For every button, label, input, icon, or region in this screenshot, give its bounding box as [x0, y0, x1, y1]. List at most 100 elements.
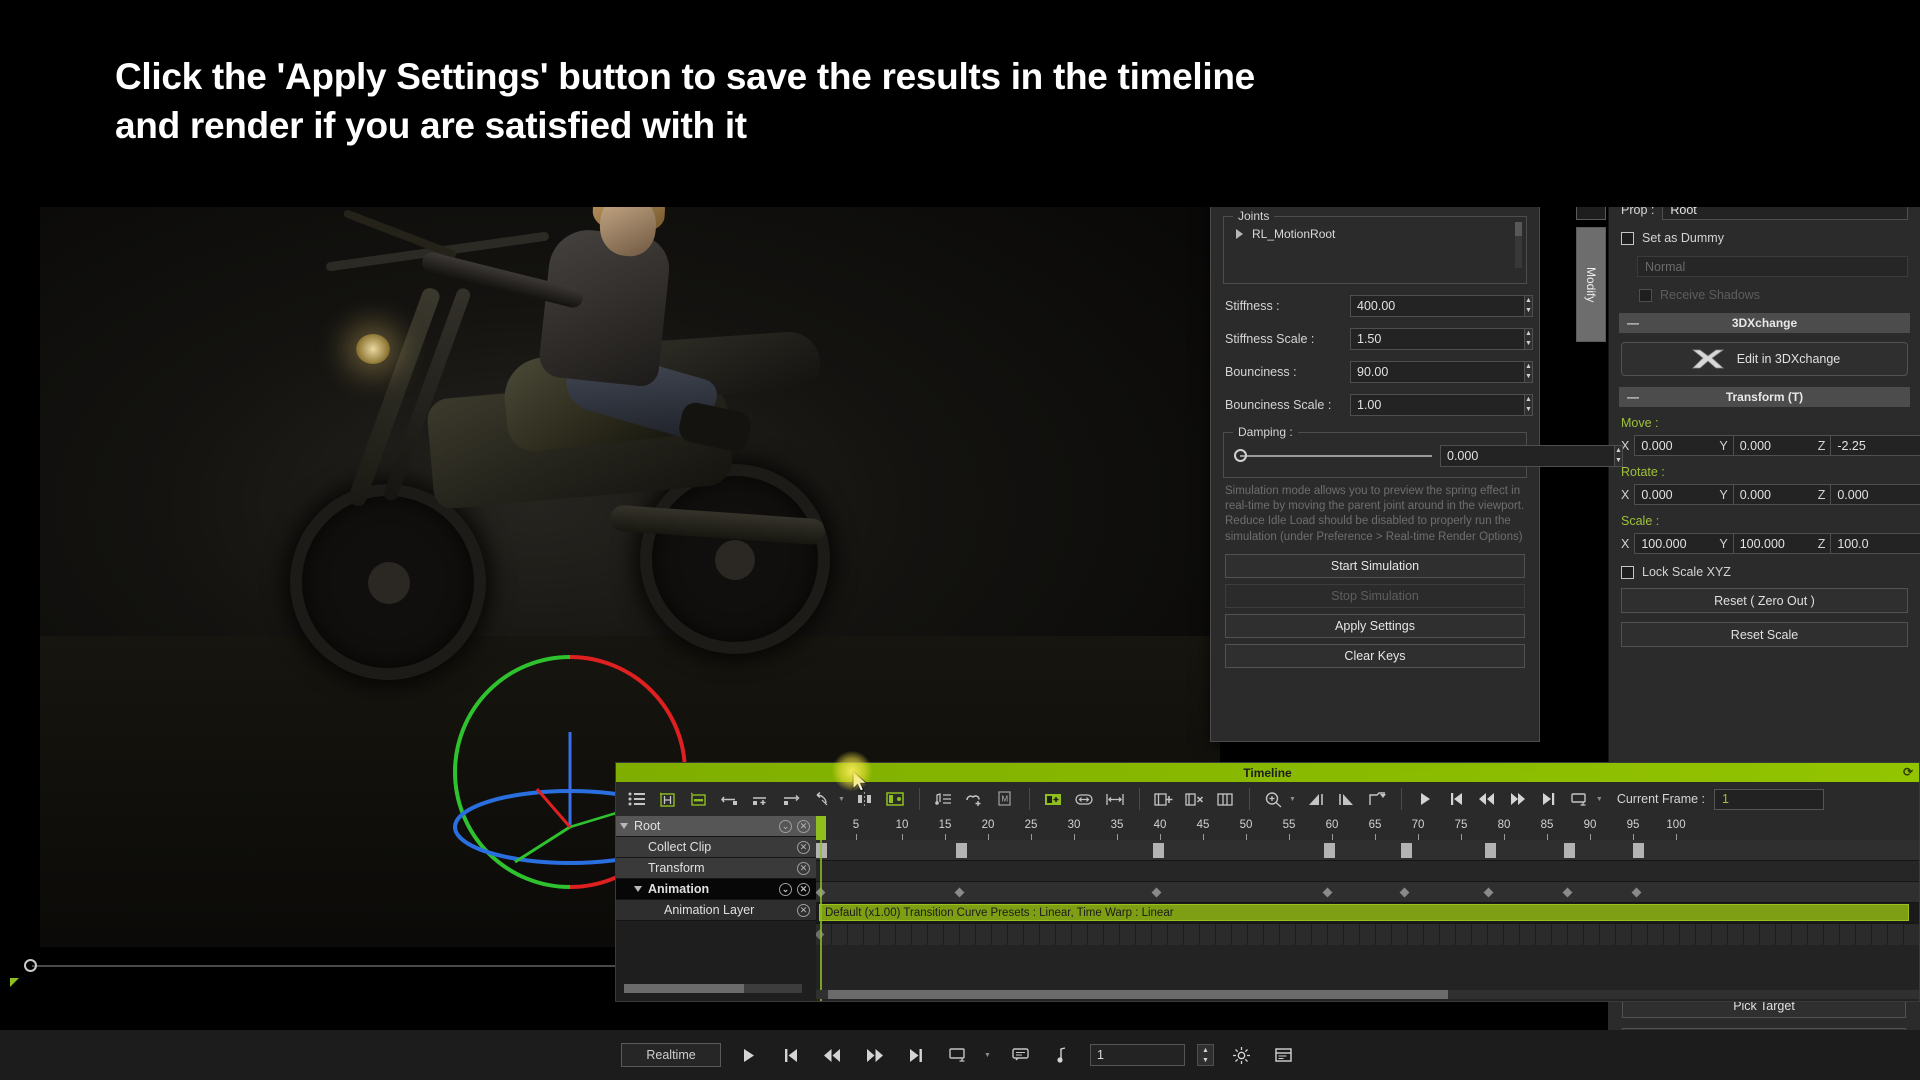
- spin-down-icon[interactable]: ▼: [1525, 405, 1532, 415]
- collapse-triangle-icon[interactable]: [620, 823, 628, 829]
- set-as-dummy-row[interactable]: Set as Dummy: [1609, 231, 1920, 245]
- audio-note-icon[interactable]: [1048, 1042, 1078, 1068]
- collapse-triangle-icon[interactable]: [634, 886, 642, 892]
- joint-list-item[interactable]: RL_MotionRoot: [1232, 227, 1518, 241]
- track-close-icon[interactable]: ✕: [797, 861, 810, 875]
- joints-scrollbar[interactable]: [1515, 221, 1522, 268]
- track-row-transform[interactable]: Transform ✕: [616, 858, 816, 879]
- lock-scale-checkbox[interactable]: [1621, 565, 1634, 579]
- bounciness-scale-input[interactable]: [1350, 393, 1524, 416]
- stiffness-scale-stepper[interactable]: ▲▼: [1350, 327, 1533, 350]
- move-segment-icon[interactable]: [777, 786, 806, 812]
- fit-width-icon[interactable]: [1070, 786, 1099, 812]
- start-simulation-button[interactable]: Start Simulation: [1225, 553, 1525, 578]
- timeline-lane-root[interactable]: [816, 840, 1919, 861]
- track-close-icon[interactable]: ✕: [797, 840, 810, 854]
- track-close-icon[interactable]: ✕: [797, 882, 810, 896]
- damping-input[interactable]: [1440, 444, 1614, 467]
- fast-forward-icon[interactable]: [859, 1042, 889, 1068]
- spin-up-icon[interactable]: ▲: [1525, 329, 1532, 339]
- joints-list[interactable]: RL_MotionRoot: [1232, 221, 1522, 273]
- fit-range-icon[interactable]: [1101, 786, 1130, 812]
- timeline-lane-animation-layer[interactable]: [816, 924, 1919, 945]
- play-icon[interactable]: [733, 1042, 763, 1068]
- reset-zero-out-button[interactable]: Reset ( Zero Out ): [1621, 588, 1908, 613]
- frame-stepper[interactable]: ▲ ▼: [1196, 1044, 1215, 1066]
- clear-keys-button[interactable]: Clear Keys: [1225, 643, 1525, 668]
- move-y-stepper[interactable]: ▲▼: [1732, 435, 1916, 456]
- add-clip-icon[interactable]: [684, 786, 713, 812]
- expand-triangle-icon[interactable]: [1236, 228, 1243, 239]
- spin-down-icon[interactable]: ▼: [1525, 372, 1532, 382]
- animation-clip[interactable]: Default (x1.00) Transition Curve Presets…: [819, 904, 1909, 921]
- rewind-icon[interactable]: [1473, 786, 1502, 812]
- ease-out-icon[interactable]: [1332, 786, 1361, 812]
- chevron-down-icon[interactable]: ▼: [838, 796, 845, 803]
- track-close-icon[interactable]: ✕: [797, 819, 810, 833]
- timeline-lane-collect-clip[interactable]: [816, 861, 1919, 882]
- move-z-stepper[interactable]: ▲▼: [1830, 435, 1920, 456]
- timeline-grid[interactable]: 5 10 15 20 25 30 35 40 45 50 55 60 65 70…: [816, 816, 1919, 1001]
- rotate-y-stepper[interactable]: ▲▼: [1732, 484, 1916, 505]
- loop-range-icon[interactable]: [1566, 786, 1595, 812]
- chevron-down-icon[interactable]: ▼: [984, 1052, 991, 1059]
- realtime-button[interactable]: Realtime: [621, 1043, 722, 1067]
- rotate-z-input[interactable]: [1830, 484, 1920, 505]
- stiffness-scale-spin-buttons[interactable]: ▲ ▼: [1524, 327, 1533, 350]
- transform-section-header[interactable]: — Transform (T): [1619, 387, 1910, 407]
- timeline-ruler[interactable]: 5 10 15 20 25 30 35 40 45 50 55 60 65 70…: [816, 816, 1919, 840]
- goto-start-icon[interactable]: [775, 1042, 805, 1068]
- rewind-icon[interactable]: [817, 1042, 847, 1068]
- panel-toggle-icon[interactable]: [1269, 1042, 1299, 1068]
- scale-x-stepper[interactable]: ▲▼: [1634, 533, 1818, 554]
- reset-scale-button[interactable]: Reset Scale: [1621, 622, 1908, 647]
- edit-in-3dxchange-button[interactable]: Edit in 3DXchange: [1621, 342, 1908, 376]
- ease-in-icon[interactable]: [1301, 786, 1330, 812]
- undo-icon[interactable]: [808, 786, 837, 812]
- split-track-icon[interactable]: [1211, 786, 1240, 812]
- gear-icon[interactable]: [1227, 1042, 1257, 1068]
- damping-spin-buttons[interactable]: ▲ ▼: [1614, 444, 1623, 467]
- rotate-z-stepper[interactable]: ▲▼: [1830, 484, 1920, 505]
- play-icon[interactable]: [1411, 786, 1440, 812]
- frame-spin-buttons[interactable]: ▲ ▼: [1196, 1044, 1214, 1066]
- bounciness-stepper[interactable]: ▲▼: [1350, 360, 1533, 383]
- timeline-lane-animation[interactable]: Default (x1.00) Transition Curve Presets…: [816, 903, 1919, 924]
- spin-up-icon[interactable]: ▲: [1525, 395, 1532, 405]
- damping-slider[interactable]: [1232, 447, 1432, 465]
- comment-icon[interactable]: [1006, 1042, 1036, 1068]
- refresh-icon[interactable]: ⟳: [1903, 765, 1913, 779]
- insert-frame-icon[interactable]: [1039, 786, 1068, 812]
- move-z-input[interactable]: [1830, 435, 1920, 456]
- bounciness-scale-stepper[interactable]: ▲▼: [1350, 393, 1533, 416]
- goto-end-icon[interactable]: [901, 1042, 931, 1068]
- current-frame-input[interactable]: 1: [1714, 788, 1825, 810]
- stiffness-spin-buttons[interactable]: ▲ ▼: [1524, 294, 1533, 317]
- timeline-lane-transform[interactable]: [816, 882, 1919, 903]
- media-icon[interactable]: M: [991, 786, 1020, 812]
- collect-clip-icon[interactable]: [881, 786, 910, 812]
- xchange-section-header[interactable]: — 3DXchange: [1619, 313, 1910, 333]
- zoom-icon[interactable]: [1259, 786, 1288, 812]
- spin-up-icon[interactable]: ▲: [1615, 446, 1622, 456]
- lock-scale-row[interactable]: Lock Scale XYZ: [1609, 565, 1920, 579]
- add-segment-icon[interactable]: [746, 786, 775, 812]
- bounciness-scale-spin-buttons[interactable]: ▲ ▼: [1524, 393, 1533, 416]
- track-options-icon[interactable]: ⌄: [779, 819, 792, 833]
- goto-start-icon[interactable]: [1442, 786, 1471, 812]
- apply-settings-button[interactable]: Apply Settings: [1225, 613, 1525, 638]
- bounciness-input[interactable]: [1350, 360, 1524, 383]
- scale-z-input[interactable]: [1830, 533, 1920, 554]
- chevron-down-icon[interactable]: ▼: [1596, 796, 1603, 803]
- scale-z-stepper[interactable]: ▲▼: [1830, 533, 1920, 554]
- track-options-icon[interactable]: ⌄: [779, 882, 792, 896]
- delete-track-icon[interactable]: [1180, 786, 1209, 812]
- timeline-horizontal-scrollbar[interactable]: [816, 990, 1919, 999]
- spin-down-icon[interactable]: ▼: [1525, 339, 1532, 349]
- spin-up-icon[interactable]: ▲: [1525, 296, 1532, 306]
- bounciness-spin-buttons[interactable]: ▲ ▼: [1524, 360, 1533, 383]
- track-close-icon[interactable]: ✕: [797, 903, 810, 917]
- spin-down-icon[interactable]: ▼: [1198, 1055, 1213, 1065]
- spin-up-icon[interactable]: ▲: [1198, 1045, 1213, 1055]
- audio-add-icon[interactable]: [960, 786, 989, 812]
